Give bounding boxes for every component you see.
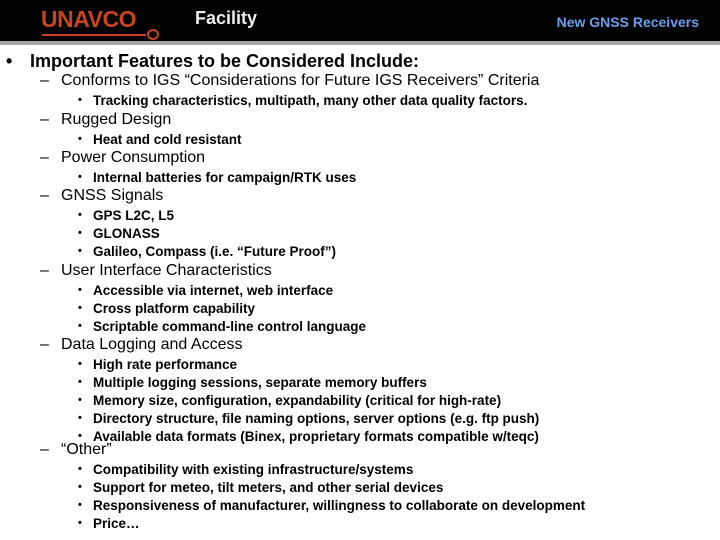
bullet-icon: •: [78, 227, 82, 239]
sub-item-text: Scriptable command-line control language: [93, 319, 367, 334]
dash-icon: –: [40, 111, 49, 128]
section-title: “Other”: [61, 441, 112, 458]
bullet-icon: •: [78, 499, 82, 511]
dash-icon: –: [40, 262, 49, 279]
heading-text: Important Features to be Considered Incl…: [30, 51, 420, 71]
bullet-icon: •: [78, 302, 82, 314]
logo-text: UNAVCO: [41, 6, 136, 32]
dash-icon: –: [40, 336, 49, 353]
section-label: Facility: [195, 8, 258, 28]
bullet-icon: •: [78, 320, 82, 332]
bullet-icon: •: [78, 209, 82, 221]
logo-ring-icon: [147, 29, 159, 40]
section-title: User Interface Characteristics: [61, 262, 272, 279]
header-divider: [0, 41, 720, 45]
bullet-icon: •: [78, 376, 82, 388]
sub-item-text: Heat and cold resistant: [93, 132, 242, 147]
dash-icon: –: [40, 441, 49, 458]
section-title: Conforms to IGS “Considerations for Futu…: [61, 72, 540, 89]
section-title: Power Consumption: [61, 149, 206, 166]
bullet-icon: •: [78, 94, 82, 106]
section-title: Data Logging and Access: [61, 336, 243, 353]
sub-item-text: Compatibility with existing infrastructu…: [93, 462, 414, 477]
sub-item-text: Responsiveness of manufacturer, willingn…: [93, 498, 586, 513]
sub-item-text: GLONASS: [93, 226, 160, 241]
section-title: GNSS Signals: [61, 187, 164, 204]
sub-item-text: Directory structure, file naming options…: [93, 411, 540, 426]
sub-item-text: Cross platform capability: [93, 301, 256, 316]
bullet-icon: •: [6, 51, 13, 71]
sub-item-text: Tracking characteristics, multipath, man…: [93, 93, 528, 108]
sub-item-text: High rate performance: [93, 357, 238, 372]
slide-header: UNAVCO Facility New GNSS Receivers: [0, 0, 720, 41]
sub-item-text: Memory size, configuration, expandabilit…: [93, 393, 502, 408]
dash-icon: –: [40, 149, 49, 166]
dash-icon: –: [40, 72, 49, 89]
slide-title: New GNSS Receivers: [556, 14, 699, 30]
sub-item-text: Support for meteo, tilt meters, and othe…: [93, 480, 444, 495]
sub-item-text: GPS L2C, L5: [93, 208, 175, 223]
bullet-icon: •: [78, 284, 82, 296]
section-title: Rugged Design: [61, 111, 172, 128]
bullet-icon: •: [78, 394, 82, 406]
sub-item-text: Available data formats (Binex, proprieta…: [93, 429, 539, 444]
sub-item-text: Price…: [93, 516, 140, 531]
bullet-icon: •: [78, 171, 82, 183]
sub-item-text: Accessible via internet, web interface: [93, 283, 334, 298]
bullet-icon: •: [78, 481, 82, 493]
bullet-icon: •: [78, 412, 82, 424]
bullet-icon: •: [78, 358, 82, 370]
sub-item-text: Internal batteries for campaign/RTK uses: [93, 170, 357, 185]
sub-item-text: Galileo, Compass (i.e. “Future Proof”): [93, 244, 337, 259]
bullet-icon: •: [78, 463, 82, 475]
dash-icon: –: [40, 187, 49, 204]
bullet-icon: •: [78, 245, 82, 257]
logo-underline: [42, 34, 146, 36]
unavco-logo: UNAVCO: [41, 6, 161, 40]
sub-item-text: Multiple logging sessions, separate memo…: [93, 375, 427, 390]
bullet-icon: •: [78, 517, 82, 529]
bullet-icon: •: [78, 133, 82, 145]
